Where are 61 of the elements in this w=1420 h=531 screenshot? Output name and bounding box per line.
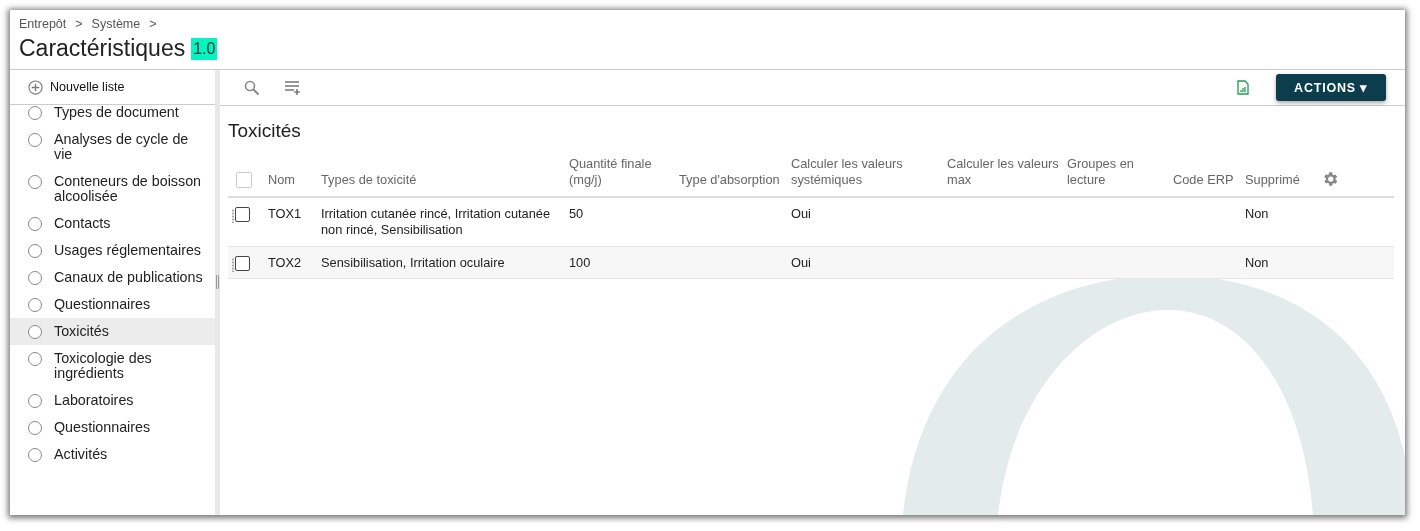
checkbox[interactable] xyxy=(235,207,250,222)
resize-handle[interactable] xyxy=(216,275,219,289)
table-cell: Oui xyxy=(791,206,811,221)
version-badge: 1.0 xyxy=(191,37,218,60)
radio-icon xyxy=(28,271,42,285)
sidebar-item[interactable]: Analyses de cycle de vie xyxy=(10,126,215,168)
list-title: Toxicités xyxy=(228,120,302,142)
radio-icon xyxy=(28,175,42,189)
column-header[interactable]: Groupes en lecture xyxy=(1067,156,1173,196)
radio-icon xyxy=(28,394,42,408)
breadcrumb-link[interactable]: Entrepôt xyxy=(19,17,67,31)
column-header[interactable]: Type d'absorption xyxy=(679,156,791,196)
breadcrumb-separator: > xyxy=(75,17,83,31)
sidebar-item[interactable]: Types de document xyxy=(10,99,215,126)
radio-icon xyxy=(28,133,42,147)
sidebar-item[interactable]: Toxicités xyxy=(10,318,215,345)
radio-icon xyxy=(28,325,42,339)
table-cell: TOX2 xyxy=(268,255,302,270)
table-cell: 100 xyxy=(569,255,591,270)
radio-icon xyxy=(28,244,42,258)
sidebar-item[interactable]: Questionnaires xyxy=(10,414,215,441)
breadcrumb-link[interactable]: Système xyxy=(91,17,141,31)
actions-button[interactable]: ACTIONS ▾ xyxy=(1276,74,1386,101)
sidebar-item[interactable]: Laboratoires xyxy=(10,387,215,414)
table-cell: Non xyxy=(1245,206,1269,221)
sidebar-item[interactable]: Contacts xyxy=(10,210,215,237)
table-cell: Sensibilisation, Irritation oculaire xyxy=(321,255,505,270)
radio-icon xyxy=(28,448,42,462)
sidebar-item[interactable]: Questionnaires xyxy=(10,291,215,318)
table-cell: 50 xyxy=(569,206,584,221)
radio-icon xyxy=(28,106,42,120)
table-cell: TOX1 xyxy=(268,206,302,221)
sidebar-item[interactable]: Canaux de publications xyxy=(10,264,215,291)
drag-handle-icon[interactable] xyxy=(232,209,234,223)
column-header[interactable]: Calculer les valeurs max xyxy=(947,156,1067,196)
new-list-button[interactable]: Nouvelle liste xyxy=(28,79,125,95)
radio-icon xyxy=(28,421,42,435)
breadcrumb-separator: > xyxy=(149,17,157,31)
search-icon[interactable] xyxy=(244,79,260,96)
radio-icon xyxy=(28,217,42,231)
column-header[interactable]: Nom xyxy=(268,156,321,196)
drag-handle-icon[interactable] xyxy=(232,258,234,272)
plus-circle-icon xyxy=(28,79,43,95)
sidebar-item[interactable]: Toxicologie des ingrédients xyxy=(10,345,215,387)
column-header[interactable]: Types de toxicité xyxy=(321,156,569,196)
sidebar-item[interactable]: Activités xyxy=(10,441,215,468)
radio-icon xyxy=(28,352,42,366)
page-title: Caractéristiques xyxy=(19,35,186,62)
table-cell: Oui xyxy=(791,255,811,270)
column-header[interactable]: Supprimé xyxy=(1245,156,1321,196)
sidebar-item[interactable]: Conteneurs de boisson alcoolisée xyxy=(10,168,215,210)
spreadsheet-icon[interactable] xyxy=(1237,80,1250,95)
column-header[interactable]: Code ERP xyxy=(1173,156,1245,196)
table-cell: Non xyxy=(1245,255,1269,270)
column-header[interactable]: Quantité finale (mg/j) xyxy=(569,156,679,196)
column-header[interactable]: Calculer les valeurs systémiques xyxy=(791,156,947,196)
table-cell: Irritation cutanée rincé, Irritation cutanée non rincé, Sensibilisation xyxy=(321,206,551,237)
checkbox[interactable] xyxy=(235,256,250,271)
sidebar-item[interactable]: Usages réglementaires xyxy=(10,237,215,264)
radio-icon xyxy=(28,298,42,312)
add-column-icon[interactable] xyxy=(285,80,301,95)
